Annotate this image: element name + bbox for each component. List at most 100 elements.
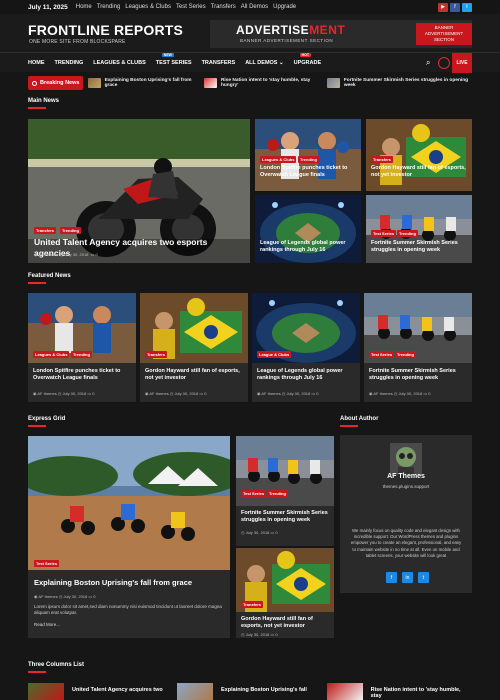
breaking-news-label: Breaking News [28,76,83,90]
ticker-item[interactable]: Explaining Boston Uprising's fall from g… [87,78,199,88]
ticker-thumb [203,78,217,88]
tile-title[interactable]: League of Legends global power rankings … [260,240,360,254]
express-big-title[interactable]: Explaining Boston Uprising's fall from g… [34,578,224,588]
site-tagline: ONE MORE SITE FROM BLOCKSPARE [29,39,126,45]
author-icon: ◉ [34,252,38,257]
nav-trending[interactable]: TRENDING [55,60,84,66]
top-link-home[interactable]: Home [76,4,92,10]
three-col-item[interactable]: Explaining Boston Uprising's fall [177,683,321,700]
express-big-image [28,436,230,570]
read-more-link[interactable]: Read More... [34,622,60,627]
tile-tag[interactable]: Test Series [371,230,397,237]
featured-card[interactable]: Test Series Trending Fortnite Summer Ski… [364,293,472,402]
express-grid-title: Express Grid [28,416,66,427]
three-col-item[interactable]: Rise Nation intent to 'stay humble, stay [327,683,472,700]
featured-card[interactable]: Transfers Gordon Hayward still fan of es… [140,293,248,402]
express-side-title[interactable]: Fortnite Summer Skirmish Series struggle… [241,510,331,524]
author-name: AF Themes [387,473,425,480]
tile-title[interactable]: Gordon Hayward still fan of esports, not… [371,165,471,179]
site-title[interactable]: FRONTLINE REPORTS [28,22,183,38]
featured-tag[interactable]: Transfers [145,351,168,358]
ticker-item[interactable]: Rise Nation intent to 'stay humble, stay… [203,78,322,88]
express-tag[interactable]: Test Series [34,560,60,567]
tile-tag[interactable]: Leagues & Clubs [260,156,297,163]
nav-test-series[interactable]: TEST SERIES NEW [156,53,192,66]
featured-title[interactable]: Fortnite Summer Skirmish Series struggle… [369,368,469,382]
express-side-card[interactable]: Test Series Trending Fortnite Summer Ski… [236,436,334,546]
featured-title[interactable]: League of Legends global power rankings … [257,368,357,382]
author-socials: f in t [386,572,429,583]
main-news-tile[interactable]: Transfers Gordon Hayward still fan of es… [366,119,472,191]
express-side-card[interactable]: Transfers Gordon Hayward still fan of es… [236,548,334,638]
three-col-title: Explaining Boston Uprising's fall [221,687,307,693]
express-side-tag[interactable]: Transfers [241,601,264,608]
express-big-meta: ◉ AF themes ◷ July 30, 2018 ▭ 0 [34,594,96,599]
express-side-tag[interactable]: Trending [267,490,288,497]
facebook-icon[interactable]: f [450,2,460,12]
tile-title[interactable]: Fortnite Summer Skirmish Series struggle… [371,240,471,254]
top-link-leagues[interactable]: Leagues & Clubs [125,4,171,10]
ad-title: ADVERTISEMENT [236,23,346,37]
twitter-icon[interactable]: t [418,572,429,583]
three-col-title: United Talent Agency acquires two [72,687,163,693]
top-bar: July 11, 2025 Home Trending Leagues & Cl… [0,0,500,14]
ticker-item[interactable]: Fortnite Summer Skirmish Series struggle… [326,78,472,88]
main-news-tile[interactable]: League of Legends global power rankings … [255,195,361,263]
featured-meta: ◉ AF themes ◷ July 30, 2018 ▭ 0 [33,391,95,396]
express-side-title[interactable]: Gordon Hayward still fan of esports, not… [241,616,331,630]
advertisement-banner[interactable]: ADVERTISEMENT BANNER ADVERTISEMENT SECTI… [210,20,472,48]
ticker-thumb [87,78,101,88]
twitter-icon[interactable]: t [462,2,472,12]
top-link-all-demos[interactable]: All Demos [241,4,268,10]
featured-card[interactable]: League & Clubs League of Legends global … [252,293,360,402]
ticker-thumb [326,78,340,88]
tile-tag[interactable]: Transfers [371,156,394,163]
three-col-item[interactable]: United Talent Agency acquires two [28,683,172,700]
featured-title[interactable]: Gordon Hayward still fan of esports, not… [145,368,245,382]
clock-icon: ◷ [59,252,64,257]
hero-tag-trending[interactable]: Trending [60,227,81,234]
three-col-thumb [327,683,363,700]
top-link-transfers[interactable]: Transfers [211,4,236,10]
nav-all-demos[interactable]: ALL DEMOS ⌄ [245,60,283,66]
nav-transfers[interactable]: TRANSFERS [202,60,236,66]
top-link-trending[interactable]: Trending [97,4,120,10]
featured-tag[interactable]: Trending [395,351,416,358]
live-button[interactable]: LIVE [452,53,472,73]
social-icons: ▶ f t [438,2,472,12]
facebook-icon[interactable]: f [386,572,397,583]
main-news-tile[interactable]: Leagues & Clubs Trending London Spitfire… [255,119,361,191]
featured-card[interactable]: Leagues & Clubs Trending London Spitfire… [28,293,136,402]
author-bio: We mainly focus on quality code and eleg… [350,528,462,558]
nav-upgrade[interactable]: UPGRADE HOT [294,53,321,66]
featured-tag[interactable]: Trending [71,351,92,358]
top-link-test-series[interactable]: Test Series [176,4,206,10]
hero-meta: ◉ AF themes ◷ July 30, 2018 ▭ 0 [34,252,98,257]
tile-tag[interactable]: Trending [298,156,319,163]
featured-title[interactable]: London Spitfire punches ticket to Overwa… [33,368,133,382]
nav-leagues-clubs[interactable]: LEAGUES & CLUBS [93,60,146,66]
site-header: FRONTLINE REPORTS ONE MORE SITE FROM BLO… [0,14,500,52]
hero-tag-transfers[interactable]: Transfers [34,227,57,234]
featured-tag[interactable]: Leagues & Clubs [33,351,70,358]
tile-tag[interactable]: Trending [397,230,418,237]
top-link-upgrade[interactable]: Upgrade [273,4,296,10]
linkedin-icon[interactable]: in [402,572,413,583]
tile-image [255,119,361,191]
three-col-title: Rise Nation intent to 'stay humble, stay [370,687,461,699]
featured-tag[interactable]: Test Series [369,351,395,358]
express-big-card[interactable]: Test Series Explaining Boston Uprising's… [28,436,230,638]
tile-image [366,119,472,191]
express-side-meta: ◷ July 30, 2018 ▭ 0 [241,530,278,535]
featured-news-title: Featured News [28,273,71,284]
main-news-tile[interactable]: Test Series Trending Fortnite Summer Ski… [366,195,472,263]
nav-home[interactable]: HOME [28,60,45,66]
featured-meta: ◉ AF themes ◷ July 30, 2018 ▭ 0 [369,391,431,396]
search-icon[interactable]: ⌕ [426,58,430,68]
youtube-icon[interactable]: ▶ [438,2,448,12]
featured-tag[interactable]: League & Clubs [257,351,292,358]
tile-title[interactable]: London Spitfire punches ticket to Overwa… [260,165,360,179]
hero-card[interactable]: Transfers Trending United Talent Agency … [28,119,250,263]
express-side-tag[interactable]: Test Series [241,490,267,497]
author-subtitle: themes.plugins.support [382,484,430,489]
